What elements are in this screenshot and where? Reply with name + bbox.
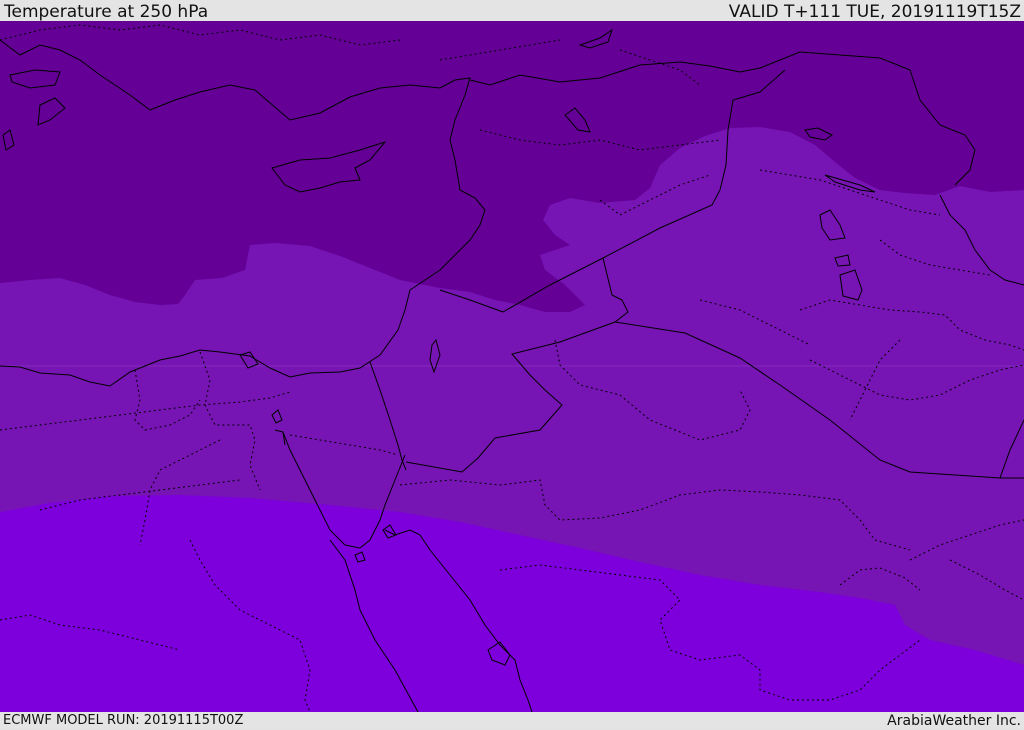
model-run-label: ECMWF MODEL RUN: 20191115T00Z: [3, 713, 244, 728]
header-bar: Temperature at 250 hPa VALID T+111 TUE, …: [0, 0, 1024, 21]
valid-time-label: VALID T+111 TUE, 20191119T15Z: [728, 2, 1021, 22]
map-title: Temperature at 250 hPa: [4, 2, 209, 22]
weather-map[interactable]: [0, 21, 1024, 712]
credit-label: ArabiaWeather Inc.: [887, 713, 1021, 729]
footer-bar: ECMWF MODEL RUN: 20191115T00Z ArabiaWeat…: [0, 712, 1024, 729]
